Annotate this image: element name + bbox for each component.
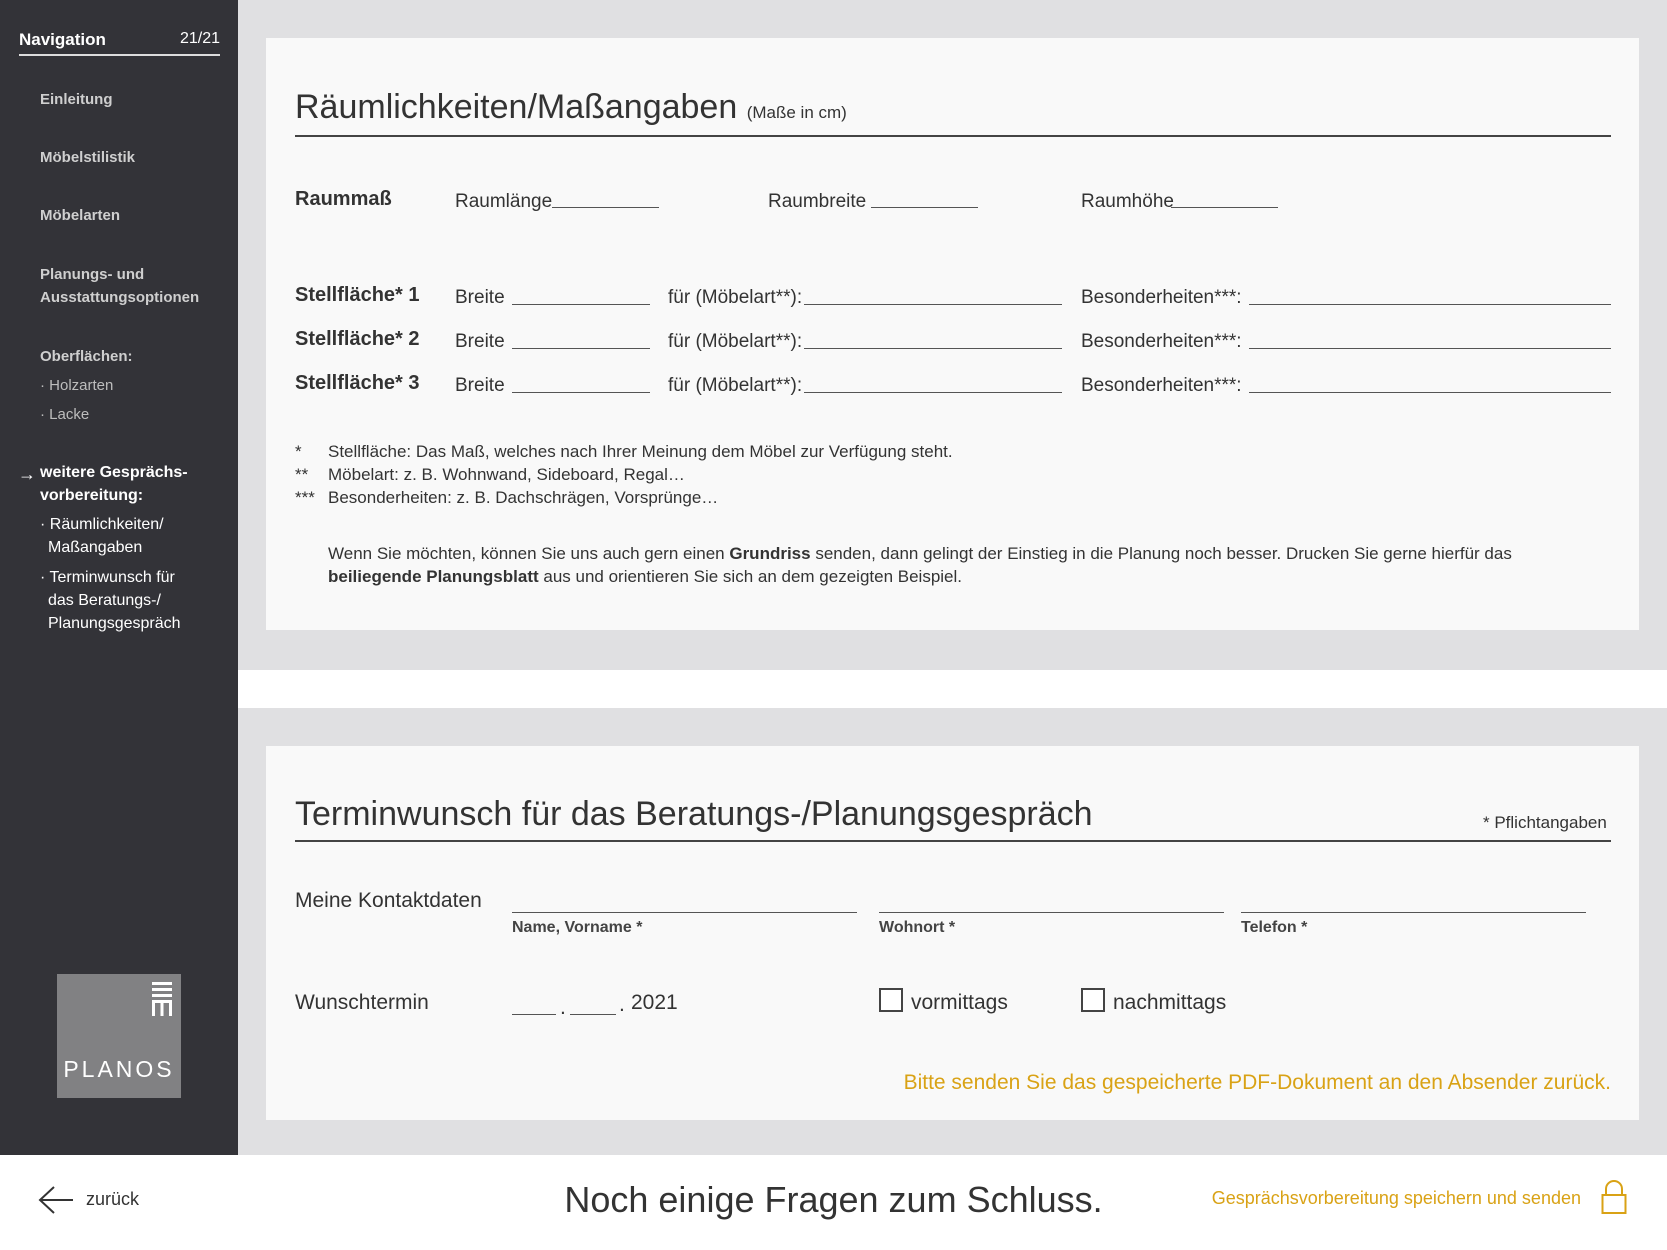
sidebar-item-weitere-gespraechsvorbereitung[interactable]: weitere Gesprächs- vorbereitung: xyxy=(40,461,188,507)
sidebar-item-oberflaechen[interactable]: Oberflächen: xyxy=(40,345,133,368)
besonderheiten-input[interactable] xyxy=(1249,304,1611,305)
month-input[interactable] xyxy=(570,1014,616,1015)
sidebar-subitem-label: Planungsgespräch xyxy=(48,615,181,632)
besonderheiten-label: Besonderheiten***: xyxy=(1081,375,1242,396)
footnote-text: Stellfläche: Das Maß, welches nach Ihrer… xyxy=(328,442,953,461)
footnote-mark: *** xyxy=(295,488,315,507)
unit-note: (Maße in cm) xyxy=(746,103,847,122)
wohnort-input[interactable] xyxy=(879,912,1224,913)
sidebar-item-einleitung[interactable]: Einleitung xyxy=(40,88,113,111)
section-separator xyxy=(238,670,1667,708)
sidebar-item-label: Ausstattungsoptionen xyxy=(40,289,200,306)
telefon-caption: Telefon * xyxy=(1241,919,1308,936)
required-note: * Pflichtangaben xyxy=(1483,813,1607,832)
note-bold: Grundriss xyxy=(729,544,811,563)
moebelart-input[interactable] xyxy=(804,348,1062,349)
sidebar-subitem-label: · Räumlichkeiten/ xyxy=(40,516,164,533)
wunschtermin-label: Wunschtermin xyxy=(295,991,429,1014)
wohnort-caption: Wohnort * xyxy=(879,919,956,936)
sidebar-subitem-label: das Beratungs-/ xyxy=(48,592,161,609)
name-input[interactable] xyxy=(512,912,857,913)
raummass-label: Raummaß xyxy=(295,188,392,210)
title-divider xyxy=(295,135,1611,137)
planos-logo: PLANOS xyxy=(57,974,181,1098)
nav-page-count: 21/21 xyxy=(179,30,220,47)
title-divider xyxy=(295,840,1611,842)
besonderheiten-input[interactable] xyxy=(1249,348,1611,349)
lock-icon xyxy=(1601,1180,1627,1214)
besonderheiten-label: Besonderheiten***: xyxy=(1081,331,1242,352)
sidebar-subitem-terminwunsch[interactable]: · Terminwunsch für das Beratungs-/ Planu… xyxy=(40,566,181,635)
footnote-mark: ** xyxy=(295,465,309,484)
breite-input[interactable] xyxy=(512,304,650,305)
sidebar-subitem-label: Maßangaben xyxy=(48,539,143,556)
section-title-text: Räumlichkeiten/Maßangaben xyxy=(295,88,738,126)
date-separator: . xyxy=(560,996,566,1019)
sidebar-item-planungsoptionen[interactable]: Planungs- und Ausstattungsoptionen xyxy=(40,263,199,309)
breite-input[interactable] xyxy=(512,392,650,393)
footnote-text: Möbelart: z. B. Wohnwand, Sideboard, Reg… xyxy=(328,465,685,484)
section-title: Terminwunsch für das Beratungs-/Planungs… xyxy=(295,795,1093,833)
sidebar: Navigation 21/21 Einleitung Möbelstilist… xyxy=(0,0,238,1155)
year-value: 2021 xyxy=(631,991,678,1014)
note-bold: beiliegende Planungsblatt xyxy=(328,567,539,586)
raumhoehe-input[interactable] xyxy=(1171,207,1278,208)
save-send-label: Gesprächsvorbereitung speichern und send… xyxy=(1211,1188,1581,1208)
breite-input[interactable] xyxy=(512,348,650,349)
note-text: aus und orientieren Sie sich an dem geze… xyxy=(538,567,963,586)
brand-mark-icon xyxy=(152,982,172,1016)
sidebar-subitem-label: · Terminwunsch für xyxy=(40,569,175,586)
sidebar-item-moebelstilistik[interactable]: Möbelstilistik xyxy=(40,146,135,169)
stellflaeche-label: Stellfläche* 1 xyxy=(295,284,420,306)
contact-label: Meine Kontaktdaten xyxy=(295,889,482,912)
grundriss-note-line1: Wenn Sie möchten, können Sie uns auch ge… xyxy=(328,544,1512,564)
date-separator: . xyxy=(619,993,625,1016)
sidebar-item-label: weitere Gesprächs- xyxy=(40,464,188,481)
send-instruction: Bitte senden Sie das gespeicherte PDF-Do… xyxy=(903,1071,1611,1094)
arrow-right-icon: → xyxy=(18,464,36,484)
raumbreite-label: Raumbreite xyxy=(768,191,867,212)
breite-label: Breite xyxy=(455,375,505,396)
grundriss-note-line2: beiliegende Planungsblatt aus und orient… xyxy=(328,567,962,587)
note-text: Wenn Sie möchten, können Sie uns auch ge… xyxy=(328,544,730,563)
breite-label: Breite xyxy=(455,331,505,352)
sidebar-subitem-holzarten[interactable]: · Holzarten xyxy=(40,374,113,397)
sidebar-item-label: Planungs- und xyxy=(40,266,145,283)
stellflaeche-label: Stellfläche* 2 xyxy=(295,328,420,350)
nachmittags-label: nachmittags xyxy=(1113,991,1227,1014)
section-title: Räumlichkeiten/Maßangaben (Maße in cm) xyxy=(295,88,847,127)
moebelart-label: für (Möbelart**): xyxy=(668,331,803,352)
telefon-input[interactable] xyxy=(1241,912,1586,913)
raumlaenge-label: Raumlänge xyxy=(455,191,553,212)
name-caption: Name, Vorname * xyxy=(512,919,643,936)
raumlaenge-input[interactable] xyxy=(552,207,659,208)
vormittags-label: vormittags xyxy=(911,991,1008,1014)
day-input[interactable] xyxy=(512,1014,556,1015)
nav-header: Navigation 21/21 xyxy=(19,30,220,56)
raumbreite-input[interactable] xyxy=(871,207,978,208)
besonderheiten-label: Besonderheiten***: xyxy=(1081,287,1242,308)
bottom-bar: zurück Noch einige Fragen zum Schluss. G… xyxy=(0,1155,1667,1250)
stellflaeche-label: Stellfläche* 3 xyxy=(295,372,420,394)
sidebar-subitem-lacke[interactable]: · Lacke xyxy=(40,403,89,426)
sidebar-subitem-raeumlichkeiten[interactable]: · Räumlichkeiten/ Maßangaben xyxy=(40,513,164,559)
nachmittags-checkbox[interactable] xyxy=(1081,988,1105,1012)
vormittags-checkbox[interactable] xyxy=(879,988,903,1012)
footnote-text: Besonderheiten: z. B. Dachschrägen, Vors… xyxy=(328,488,719,507)
besonderheiten-input[interactable] xyxy=(1249,392,1611,393)
moebelart-label: für (Möbelart**): xyxy=(668,375,803,396)
moebelart-input[interactable] xyxy=(804,304,1062,305)
nav-title: Navigation xyxy=(19,30,106,49)
raumhoehe-label: Raumhöhe xyxy=(1081,191,1174,212)
sidebar-item-moebelarten[interactable]: Möbelarten xyxy=(40,204,120,227)
moebelart-input[interactable] xyxy=(804,392,1062,393)
footnote-mark: * xyxy=(295,442,302,461)
sidebar-item-label: vorbereitung: xyxy=(40,487,144,504)
moebelart-label: für (Möbelart**): xyxy=(668,287,803,308)
breite-label: Breite xyxy=(455,287,505,308)
note-text: senden, dann gelingt der Einstieg in die… xyxy=(810,544,1512,563)
logo-text: PLANOS xyxy=(63,1056,175,1082)
